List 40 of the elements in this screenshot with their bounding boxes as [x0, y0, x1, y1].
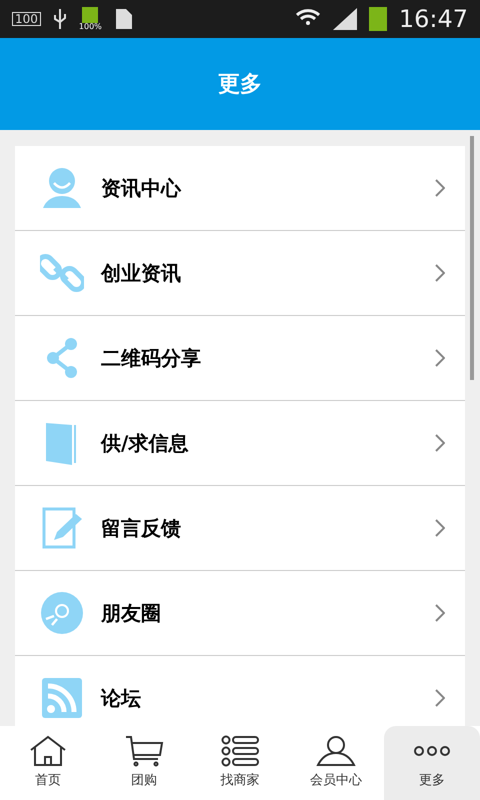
- battery-label: 100%: [78, 23, 102, 31]
- menu-label: 二维码分享: [101, 345, 202, 372]
- chevron-right-icon: [435, 179, 445, 197]
- menu-label: 资讯中心: [101, 175, 182, 202]
- battery-icon: [82, 7, 98, 23]
- clock: 16:47: [398, 4, 468, 35]
- menu-label: 供/求信息: [101, 430, 190, 457]
- storage-badge: 100: [12, 12, 41, 26]
- menu-item[interactable]: 留言反馈: [15, 486, 465, 571]
- sim-card-icon: [114, 7, 134, 31]
- rss-icon: [40, 676, 84, 720]
- chevron-right-icon: [435, 604, 445, 622]
- signal-icon: [332, 8, 357, 30]
- chevron-right-icon: [435, 264, 445, 282]
- person-icon: [40, 166, 84, 210]
- edit-icon: [40, 506, 84, 550]
- menu-item[interactable]: 资讯中心: [15, 146, 465, 231]
- chevron-right-icon: [435, 519, 445, 537]
- list-icon: [220, 735, 260, 768]
- cart-icon: [124, 735, 164, 768]
- home-icon: [28, 735, 68, 768]
- chevron-right-icon: [435, 434, 445, 452]
- menu-label: 论坛: [101, 685, 142, 712]
- menu-item[interactable]: 供/求信息: [15, 401, 465, 486]
- tab[interactable]: 更多: [384, 726, 480, 800]
- user-icon: [316, 735, 356, 768]
- menu-label: 朋友圈: [101, 600, 162, 627]
- menu-item[interactable]: 创业资讯: [15, 231, 465, 316]
- more-icon: [412, 746, 452, 756]
- usb-icon: [52, 7, 67, 31]
- chevron-right-icon: [435, 349, 445, 367]
- disc-icon: [40, 591, 84, 635]
- link-icon: [40, 251, 84, 295]
- menu-label: 留言反馈: [101, 515, 182, 542]
- menu-item[interactable]: 二维码分享: [15, 316, 465, 401]
- chevron-right-icon: [435, 689, 445, 707]
- menu-label: 创业资讯: [101, 260, 182, 287]
- page-title: 更多: [218, 70, 262, 98]
- menu-item[interactable]: 朋友圈: [15, 571, 465, 656]
- battery-icon: [368, 7, 387, 31]
